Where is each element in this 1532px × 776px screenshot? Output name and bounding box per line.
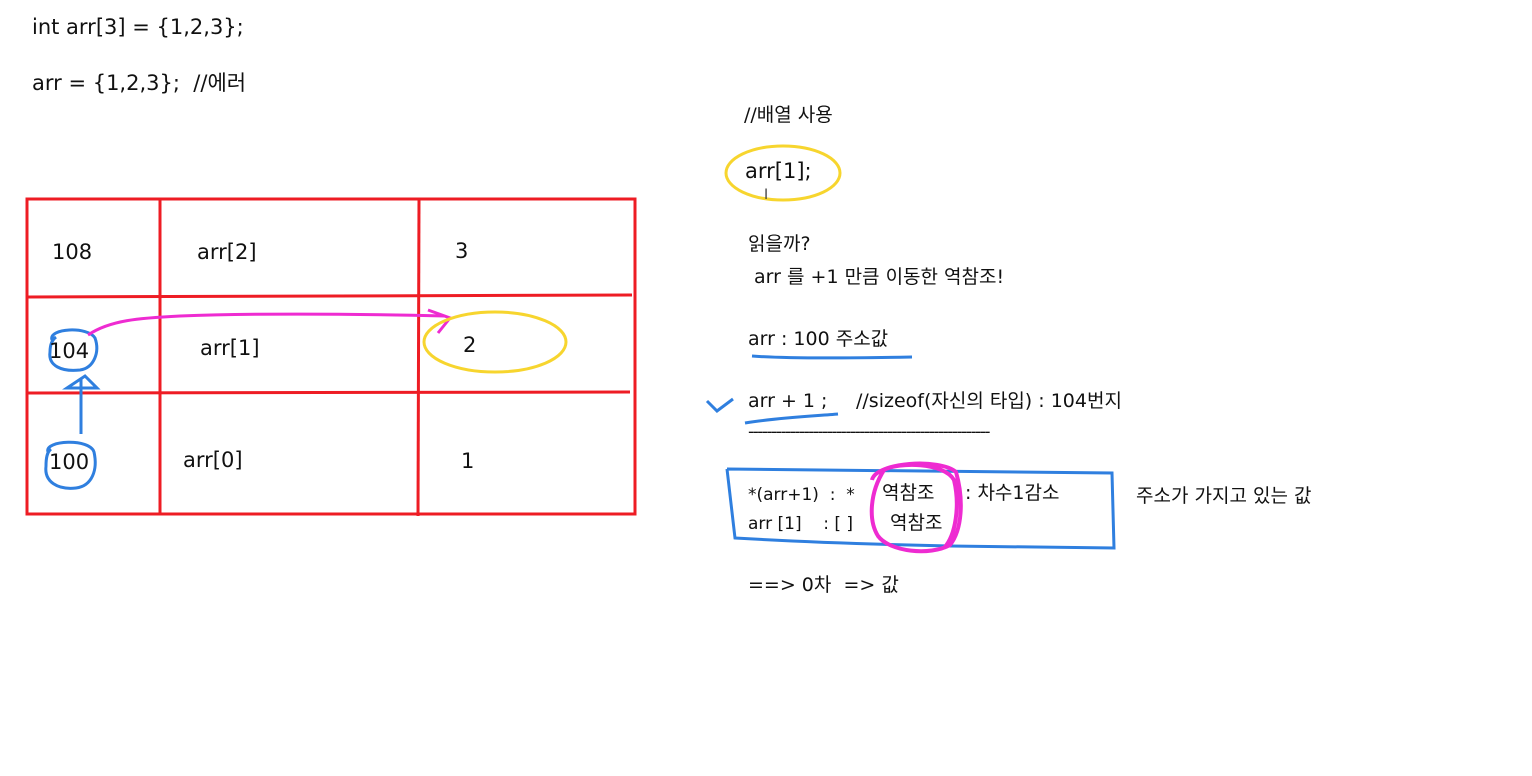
table-row-line-2 [26,390,631,395]
table-row-name: arr[0] [183,448,243,472]
explanation-text: arr 를 +1 만큼 이동한 역참조! [748,266,1005,288]
memory-table-grid [25,197,637,517]
table-row-value: 2 [463,333,477,357]
deref-label: 역참조 [882,482,935,504]
table-row-value: 1 [461,449,475,473]
text-cursor-icon: I [764,187,769,203]
index-label: 역참조 [890,512,943,534]
addr-underline [751,354,913,360]
comment-usage: //배열 사용 [744,104,833,126]
increment-arrow [62,374,101,434]
table-row-name: arr[1] [200,336,260,360]
deref-circle [869,461,963,554]
addr-value-text: arr : 100 주소값 [748,328,889,350]
arr-plus-one-text: arr + 1 ; [748,390,828,412]
table-col-line-2 [416,198,421,517]
value-2-highlight [422,310,568,374]
deref-arrow [87,312,446,337]
table-row-address: 104 [49,339,90,363]
check-mark [705,397,734,413]
deref-expression: *(arr+1) : * [748,485,855,505]
deref-box [725,467,1116,550]
table-row-value: 3 [455,239,469,263]
table-row-address: 108 [52,240,93,264]
sizeof-comment: //sizeof(자신의 타입) : 104번지 [856,390,1122,412]
divider-line: ----------------------------------------… [748,422,990,442]
table-row-line-1 [26,293,633,299]
table-row-name: arr[2] [197,240,257,264]
table-row-address: 100 [49,450,90,474]
table-border [25,197,637,516]
result-text: ==> 0차 => 값 [748,574,899,596]
question-text: 읽을까? [748,233,811,255]
side-note: 주소가 가지고 있는 값 [1136,485,1312,507]
index-expression: arr [1] : [ ] [748,514,853,534]
deref-description: : 차수1감소 [965,482,1060,504]
arr-index-text: arr[1]; [745,159,812,183]
